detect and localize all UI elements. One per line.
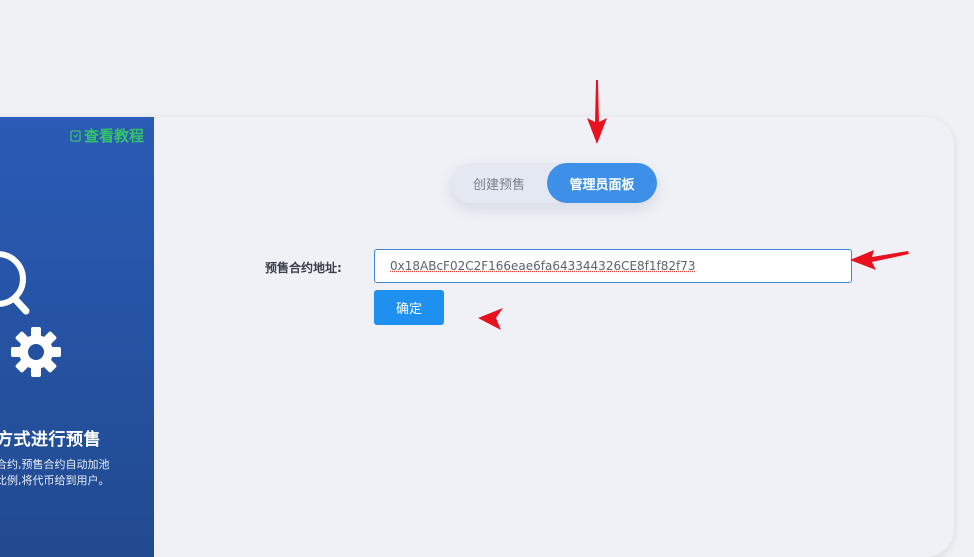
mode-tabs: 创建预售 管理员面板 (451, 163, 657, 203)
promo-desc-line: 比例,将代币给到用户。 (0, 474, 110, 487)
main-card: 查看教程 方式进行预售 合约,预售合约自动加池 比例,将代币给到用户。 创建预售… (0, 117, 954, 557)
promo-desc-line: 合约,预售合约自动加池 (0, 458, 110, 471)
tutorial-link[interactable]: 查看教程 (70, 125, 144, 146)
presale-address-label: 预售合约地址: (265, 261, 342, 275)
sidebar-panel: 查看教程 方式进行预售 合约,预售合约自动加池 比例,将代币给到用户。 (0, 117, 154, 557)
promo-title: 方式进行预售 (0, 430, 101, 450)
promo-description: 合约,预售合约自动加池 比例,将代币给到用户。 (0, 457, 152, 489)
tutorial-link-label: 查看教程 (83, 127, 144, 145)
tab-create-presale[interactable]: 创建预售 (451, 163, 547, 203)
annotation-arrow-left-small-icon (478, 308, 503, 330)
tab-admin-panel[interactable]: 管理员面板 (547, 163, 657, 203)
confirm-button[interactable]: 确定 (374, 290, 444, 325)
search-gear-icon (0, 251, 61, 377)
book-icon (70, 129, 81, 142)
annotation-arrow-left-icon (850, 250, 909, 270)
annotation-arrow-down-icon (587, 80, 607, 144)
presale-address-input[interactable] (374, 249, 852, 283)
